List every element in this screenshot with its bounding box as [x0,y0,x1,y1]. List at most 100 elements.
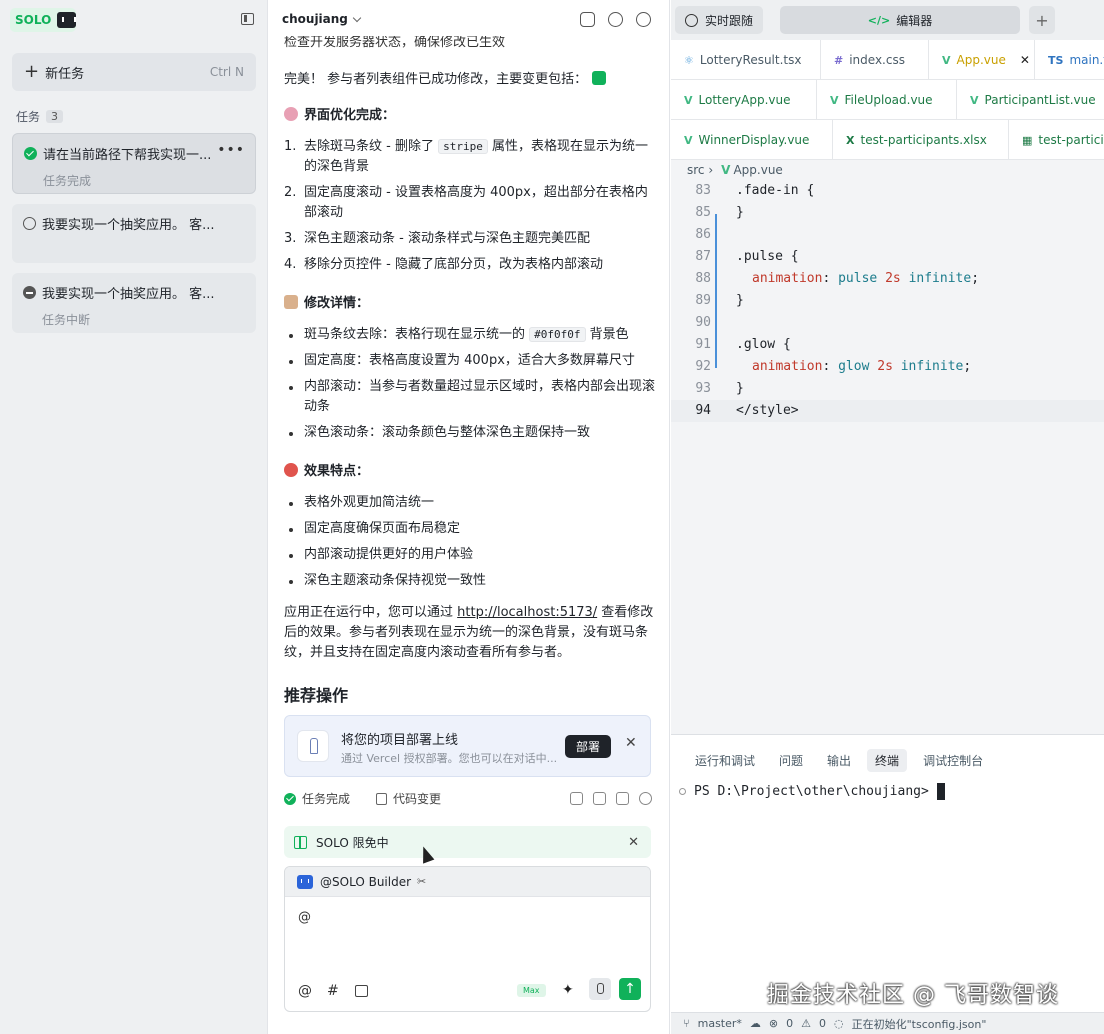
tab-run-debug[interactable]: 运行和调试 [687,749,763,772]
tab-participantlist[interactable]: V ParticipantList.vue [957,80,1104,119]
code-line: 90 [671,312,1104,334]
new-task-button[interactable]: + 新任务 Ctrl N [12,53,256,91]
tasks-header-label: 任务 [16,110,41,124]
tab-lotteryapp[interactable]: V LotteryApp.vue [671,80,817,119]
close-icon[interactable]: ✕ [625,735,637,751]
code-changes-link[interactable]: 代码变更 [393,790,441,807]
tab-output[interactable]: 输出 [819,749,859,772]
code-text: animation: pulse 2s infinite; [752,271,980,286]
line-number: 94 [695,403,711,418]
tab-test-participants[interactable]: ▦ test-participants [1009,120,1104,159]
chat-input-box[interactable]: @SOLO Builder ✂ @ @ # Max ✦ ↑ [284,866,651,1012]
css-number: 2s [885,271,901,286]
image-icon[interactable] [355,985,368,997]
code-line: 87 .pulse { [671,246,1104,268]
code-text: .pulse { [736,249,799,264]
tab-label: test-participants [1038,133,1104,147]
vue-icon: V [721,163,731,177]
copy-icon[interactable] [616,792,629,805]
chat-input[interactable]: @ [298,910,311,925]
close-icon[interactable]: ✕ [628,835,639,850]
list-item: 内部滚动：当参与者数量超过显示区域时，表格内部会出现滚动条 [284,377,656,417]
feature-list: 表格外观更加简洁统一 固定高度确保页面布局稳定 内部滚动提供更好的用户体验 深色… [284,493,656,591]
line-number: 90 [695,315,711,330]
agent-selector[interactable]: @SOLO Builder ✂ [285,867,650,897]
inline-code: #0f0f0f [529,327,586,342]
tab-lotteryresult[interactable]: ⚛ LotteryResult.tsx [671,40,821,79]
thumbs-up-icon[interactable] [570,792,583,805]
tab-debug-console[interactable]: 调试控制台 [915,749,991,772]
css-value: pulse [838,271,878,286]
close-icon[interactable]: ✕ [1020,53,1030,67]
code-line: 91 .glow { [671,334,1104,356]
vue-icon: V [830,93,839,107]
new-task-label: 新任务 [45,66,85,82]
editor-pane: 实时跟随 </> 编辑器 + ⚛ LotteryResult.tsx # index.… [671,0,1104,1034]
list-item: 深色主题滚动条保持视觉一致性 [284,571,656,591]
shortcut-hint: Ctrl N [209,65,244,79]
line-number: 88 [695,271,711,286]
list-text: 固定高度滚动 - 设置表格高度为 400px，超出部分在表格内部滚动 [304,185,648,220]
agent-name: @SOLO Builder [320,874,412,889]
vue-icon: V [942,53,951,67]
refresh-icon[interactable] [639,792,652,805]
tab-fileupload[interactable]: V FileUpload.vue [817,80,957,119]
tab-problems[interactable]: 问题 [771,749,811,772]
code-line-current: 94 </style> [671,400,1104,422]
task-item[interactable]: 我要实现一个抽奖应用。 客... 任务中断 [12,273,256,333]
warning-icon: ⚠ [801,1017,811,1030]
localhost-link[interactable]: http://localhost:5173/ [457,605,597,620]
branch-icon: ⑂ [683,1017,690,1030]
microphone-icon[interactable] [589,978,611,1000]
panel-tabs: 运行和调试 问题 输出 终端 调试控制台 [687,749,991,772]
more-icon[interactable]: ••• [217,142,245,158]
tab-label: LotteryApp.vue [698,93,791,107]
sparkle-icon[interactable]: ✦ [562,982,574,998]
thumbs-down-icon[interactable] [593,792,606,805]
editor-label: 编辑器 [896,13,933,28]
section-heading: 修改详情： [284,292,369,311]
add-tab-button[interactable]: + [1029,6,1055,34]
hash-icon[interactable]: # [327,983,339,999]
mention-icon[interactable]: @ [298,983,312,999]
tab-xlsx[interactable]: Xtest-participants.xlsx [833,120,1009,159]
closing-paragraph: 应用正在运行中，您可以通过 http://localhost:5173/ 查看修… [284,603,656,663]
breadcrumb-item[interactable]: App.vue [733,163,782,177]
tab-main-ts[interactable]: TS main.ts [1035,40,1104,79]
react-icon: ⚛ [684,53,694,67]
left-sidebar: SOLO + 新任务 Ctrl N 任务 3 请在当前路径下帮我实现一... 任… [0,0,268,1034]
stop-circle-icon [23,286,36,299]
breadcrumb-item[interactable]: src [687,163,705,177]
deploy-button[interactable]: 部署 [565,735,611,758]
sync-icon[interactable]: ☁ [750,1017,761,1030]
section-heading-text: 界面优化完成： [304,108,396,123]
message-actions [570,792,652,805]
tab-winnerdisplay[interactable]: V WinnerDisplay.vue [671,120,833,159]
loading-icon: ◌ [834,1017,844,1030]
editor-topbar: 实时跟随 </> 编辑器 + [671,0,1104,40]
task-item[interactable]: 请在当前路径下帮我实现一... 任务完成 ••• [12,133,256,194]
git-branch[interactable]: master* [698,1017,742,1030]
clipboard-icon [284,295,298,309]
tab-app-vue[interactable]: V App.vue ✕ [929,40,1035,79]
sidebar-toggle-icon[interactable] [241,13,254,25]
project-selector[interactable]: choujiang [282,12,362,26]
gear-icon[interactable] [608,12,623,27]
bot-icon [57,12,76,28]
list-text: 移除分页控件 - 隐藏了底部分页，改为表格内部滚动 [304,257,603,272]
tab-terminal[interactable]: 终端 [867,749,908,772]
user-icon[interactable] [636,12,651,27]
tab-index-css[interactable]: # index.css [821,40,929,79]
editor-button[interactable]: </> 编辑器 [780,6,1020,34]
globe-icon [685,13,698,27]
add-chat-icon[interactable] [580,12,595,27]
send-button[interactable]: ↑ [619,978,641,1000]
warning-count[interactable]: 0 [819,1017,826,1030]
task-item[interactable]: 我要实现一个抽奖应用。 客... [12,204,256,263]
max-badge[interactable]: Max [517,984,546,997]
terminal[interactable]: PS D:\Project\other\choujiang> [679,783,945,800]
error-count[interactable]: 0 [786,1017,793,1030]
follow-label: 实时跟随 [705,13,754,28]
follow-button[interactable]: 实时跟随 [675,6,763,34]
code-text: .glow { [736,337,791,352]
